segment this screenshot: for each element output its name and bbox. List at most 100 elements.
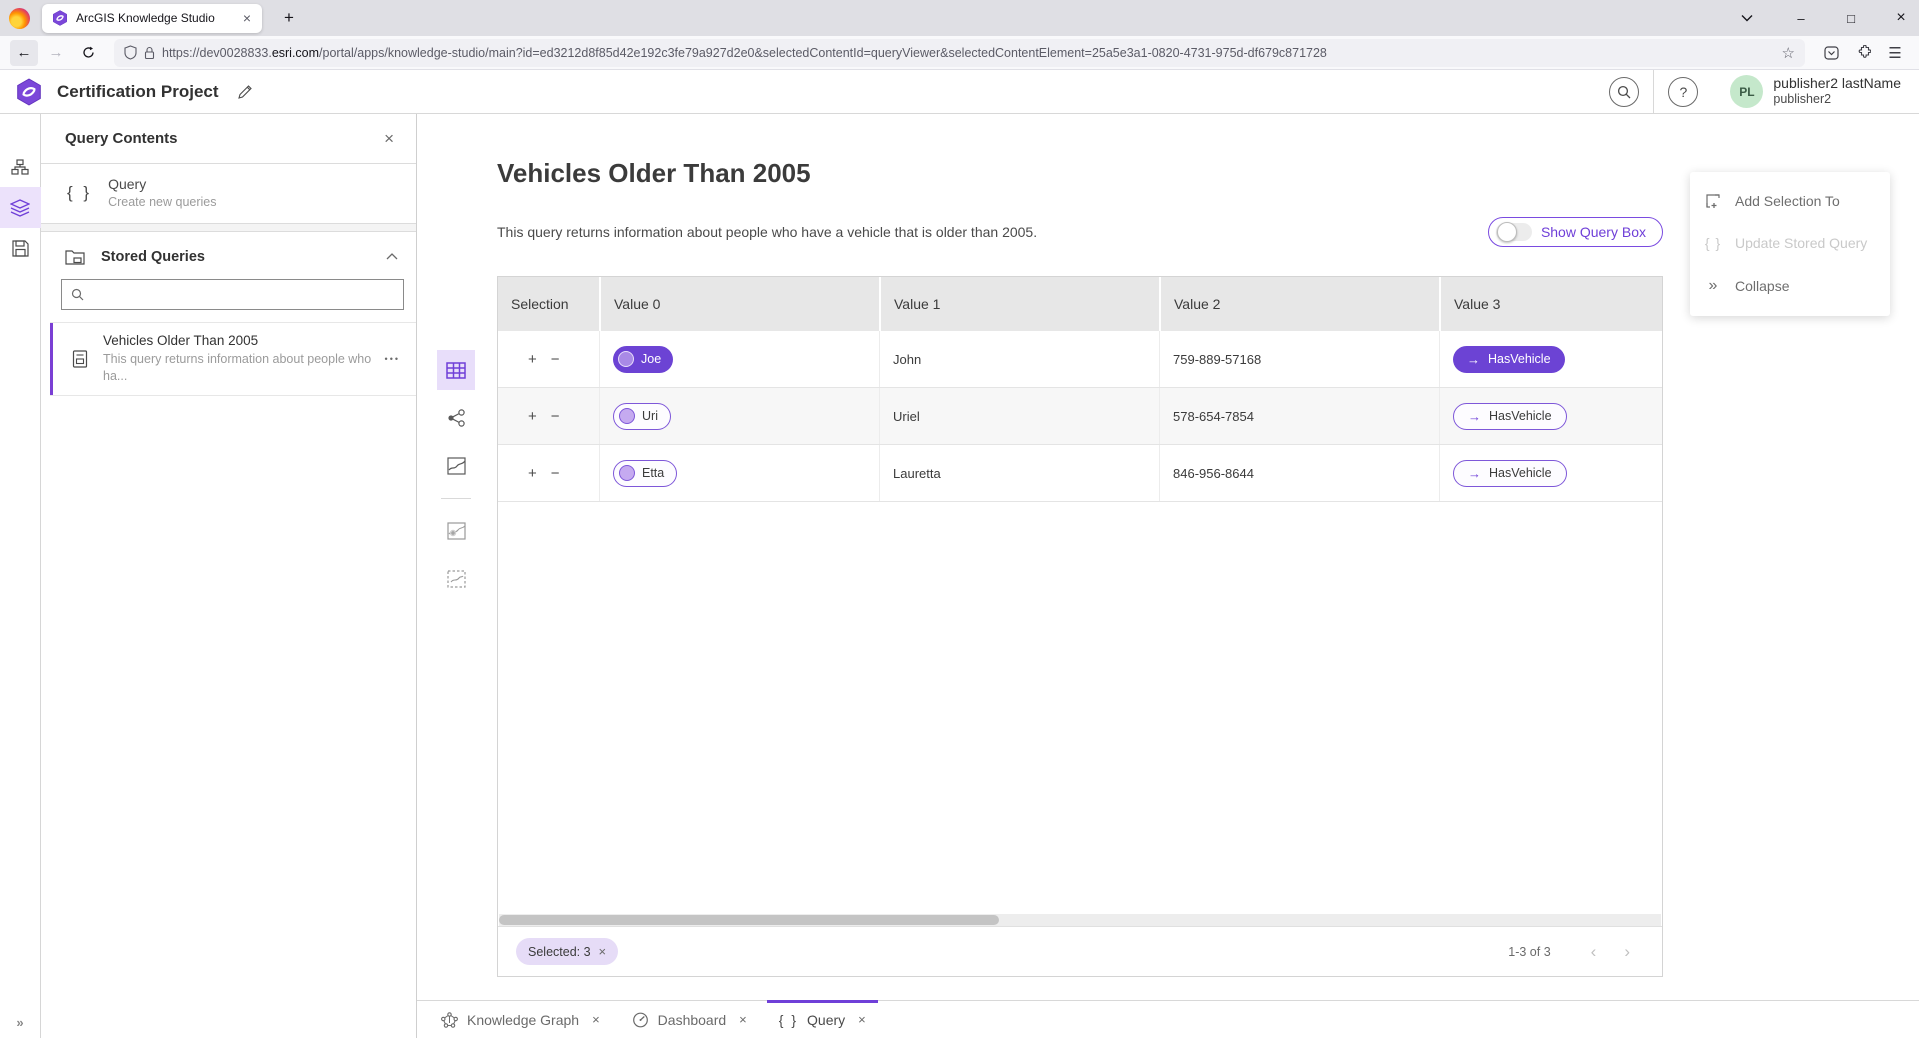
cell-value2[interactable]: 759-889-57168 xyxy=(1159,331,1439,387)
column-header-value1[interactable]: Value 1 xyxy=(879,277,1159,331)
bookmark-star-icon[interactable]: ☆ xyxy=(1782,44,1795,62)
back-button[interactable]: ← xyxy=(10,40,38,66)
selection-actions-menu: Add Selection To { } Update Stored Query… xyxy=(1690,172,1890,316)
search-input[interactable] xyxy=(92,287,394,302)
browser-tab-strip: ArcGIS Knowledge Studio × + – □ × xyxy=(0,0,1919,36)
entity-pill[interactable]: Etta xyxy=(613,460,677,487)
cell-value2[interactable]: 846-956-8644 xyxy=(1159,445,1439,501)
table-view-button[interactable] xyxy=(437,350,475,390)
select-on-map-button[interactable] xyxy=(437,559,475,599)
clear-selection-icon[interactable]: × xyxy=(599,944,607,959)
rail-item-save[interactable] xyxy=(0,228,41,269)
expand-rail-button[interactable]: » xyxy=(0,1015,41,1030)
add-to-selection-button[interactable]: + xyxy=(528,351,537,368)
stored-query-title: Vehicles Older Than 2005 xyxy=(103,333,379,348)
collapse-section-chevron-icon[interactable] xyxy=(386,253,398,260)
item-options-ellipsis-icon[interactable]: ••• xyxy=(379,354,406,364)
cell-value2[interactable]: 578-654-7854 xyxy=(1159,388,1439,444)
cell-value1[interactable]: John xyxy=(879,331,1159,387)
scrollbar-thumb[interactable] xyxy=(499,915,999,925)
close-tab-icon[interactable]: × xyxy=(592,1012,600,1027)
hamburger-menu-icon[interactable]: ☰ xyxy=(1881,40,1909,66)
tab-close-icon[interactable]: × xyxy=(240,10,254,26)
arrow-right-icon: → xyxy=(1468,466,1481,481)
remove-from-selection-button[interactable]: − xyxy=(551,408,560,425)
close-tab-icon[interactable]: × xyxy=(739,1012,747,1027)
reload-button[interactable] xyxy=(74,40,102,66)
add-to-map-button[interactable] xyxy=(437,511,475,551)
column-header-selection[interactable]: Selection xyxy=(498,277,599,331)
tab-dashboard[interactable]: Dashboard × xyxy=(616,1001,763,1038)
add-to-selection-button[interactable]: + xyxy=(528,465,537,482)
show-query-box-toggle[interactable]: Show Query Box xyxy=(1488,217,1663,247)
next-page-button[interactable]: › xyxy=(1610,942,1644,962)
remove-from-selection-button[interactable]: − xyxy=(551,465,560,482)
close-window-button[interactable]: × xyxy=(1891,9,1911,27)
tab-list-chevron-icon[interactable] xyxy=(1741,14,1761,22)
minimize-button[interactable]: – xyxy=(1791,11,1811,26)
tab-label: Dashboard xyxy=(658,1012,727,1028)
save-to-pocket-icon[interactable] xyxy=(1817,40,1845,66)
remove-from-selection-button[interactable]: − xyxy=(551,351,560,368)
user-avatar[interactable]: PL xyxy=(1730,75,1763,108)
column-header-value2[interactable]: Value 2 xyxy=(1159,277,1439,331)
user-info[interactable]: publisher2 lastName publisher2 xyxy=(1773,75,1905,108)
project-title: Certification Project xyxy=(57,82,219,102)
menu-item-add-selection-to[interactable]: Add Selection To xyxy=(1690,180,1890,222)
map-view-button[interactable] xyxy=(437,446,475,486)
menu-item-label: Collapse xyxy=(1735,278,1789,294)
rail-item-hierarchy[interactable] xyxy=(0,146,41,187)
link-chart-button[interactable] xyxy=(437,398,475,438)
extensions-puzzle-icon[interactable] xyxy=(1849,40,1877,66)
relationship-pill[interactable]: →HasVehicle xyxy=(1453,346,1565,373)
cell-value1[interactable]: Lauretta xyxy=(879,445,1159,501)
lock-icon[interactable] xyxy=(144,46,155,60)
help-button[interactable]: ? xyxy=(1668,77,1698,107)
forward-button[interactable]: → xyxy=(42,40,70,66)
menu-item-label: Add Selection To xyxy=(1735,193,1840,209)
map-selection-icon xyxy=(447,570,466,588)
tab-knowledge-graph[interactable]: Knowledge Graph × xyxy=(425,1001,616,1038)
search-icon xyxy=(1617,85,1631,99)
stored-query-item[interactable]: Vehicles Older Than 2005 This query retu… xyxy=(50,322,416,396)
table-row: + − Uri Uriel 578-654-7854 →HasVehicle xyxy=(498,388,1662,445)
add-to-selection-button[interactable]: + xyxy=(528,408,537,425)
column-header-value0[interactable]: Value 0 xyxy=(599,277,879,331)
cell-value1[interactable]: Uriel xyxy=(879,388,1159,444)
entity-pill[interactable]: Joe xyxy=(613,346,673,373)
url-bar[interactable]: https://dev0028833.esri.com/portal/apps/… xyxy=(114,39,1805,67)
new-tab-button[interactable]: + xyxy=(276,6,302,30)
horizontal-scrollbar[interactable] xyxy=(499,914,1661,926)
shield-icon[interactable] xyxy=(124,45,137,60)
search-button[interactable] xyxy=(1609,77,1639,107)
maximize-button[interactable]: □ xyxy=(1841,11,1861,26)
selected-indicator-bar xyxy=(50,323,53,395)
panel-close-icon[interactable]: × xyxy=(378,127,400,151)
relationship-pill[interactable]: →HasVehicle xyxy=(1453,403,1567,430)
stored-queries-search[interactable] xyxy=(61,279,404,310)
table-header-row: Selection Value 0 Value 1 Value 2 Value … xyxy=(498,277,1662,331)
url-text[interactable]: https://dev0028833.esri.com/portal/apps/… xyxy=(162,46,1775,60)
firefox-icon[interactable] xyxy=(9,8,30,29)
left-icon-rail: » xyxy=(0,114,41,1038)
page-title: Vehicles Older Than 2005 xyxy=(497,158,811,189)
previous-page-button[interactable]: ‹ xyxy=(1577,942,1611,962)
rail-item-contents[interactable] xyxy=(0,187,41,228)
browser-tab[interactable]: ArcGIS Knowledge Studio × xyxy=(42,4,262,33)
new-query-item[interactable]: { } Query Create new queries xyxy=(41,164,416,223)
chevrons-right-icon: » xyxy=(1704,277,1722,295)
stored-query-doc-icon xyxy=(72,350,88,368)
stored-queries-header[interactable]: Stored Queries xyxy=(41,232,416,277)
tab-query[interactable]: { } Query × xyxy=(763,1001,882,1038)
menu-item-collapse[interactable]: » Collapse xyxy=(1690,264,1890,308)
menu-item-update-stored-query[interactable]: { } Update Stored Query xyxy=(1690,222,1890,264)
relationship-pill[interactable]: →HasVehicle xyxy=(1453,460,1567,487)
toolbar-divider xyxy=(441,498,471,499)
close-tab-icon[interactable]: × xyxy=(858,1012,866,1027)
arrow-right-icon: → xyxy=(1468,409,1481,424)
edit-title-pencil-icon[interactable] xyxy=(237,84,253,100)
result-view-toolbar xyxy=(437,350,475,607)
selected-count-chip[interactable]: Selected: 3 × xyxy=(516,938,618,965)
entity-pill[interactable]: Uri xyxy=(613,403,671,430)
column-header-value3[interactable]: Value 3 xyxy=(1439,277,1662,331)
